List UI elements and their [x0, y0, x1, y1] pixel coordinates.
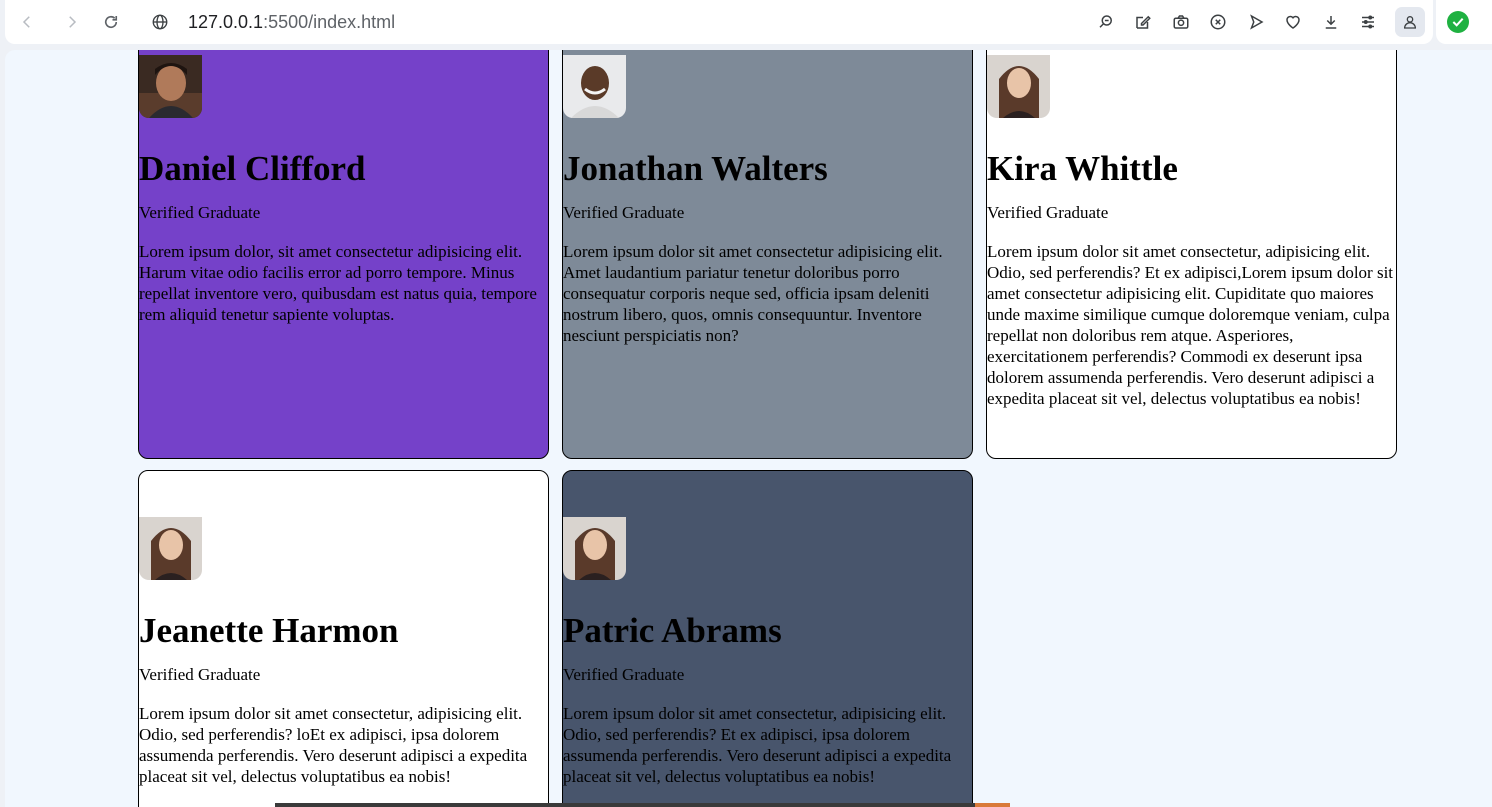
menu-icon[interactable]	[1357, 11, 1379, 33]
camera-icon[interactable]	[1170, 11, 1192, 33]
avatar	[563, 517, 626, 580]
avatar	[139, 517, 202, 580]
back-arrow-icon[interactable]	[13, 8, 41, 36]
card-text: Lorem ipsum dolor, sit amet consectetur …	[139, 242, 537, 324]
card-role: Verified Graduate	[987, 203, 1109, 222]
browser-chrome: 127.0.0.1:5500/index.html	[0, 0, 1492, 48]
heart-icon[interactable]	[1282, 11, 1304, 33]
avatar	[987, 55, 1050, 118]
card-role: Verified Graduate	[563, 665, 685, 684]
download-icon[interactable]	[1320, 11, 1342, 33]
globe-icon[interactable]	[151, 13, 169, 31]
testimonial-card: Jeanette Harmon Verified Graduate Lorem …	[138, 470, 549, 807]
card-text: Lorem ipsum dolor sit amet consectetur, …	[139, 704, 528, 786]
forward-arrow-icon[interactable]	[58, 8, 86, 36]
address-bar[interactable]: 127.0.0.1:5500/index.html	[188, 10, 395, 34]
card-role: Verified Graduate	[139, 665, 261, 684]
card-text: Lorem ipsum dolor sit amet consectetur, …	[987, 242, 1394, 408]
browser-toolbar: 127.0.0.1:5500/index.html	[5, 0, 1433, 44]
card-name: Jonathan Walters	[563, 149, 828, 188]
card-role: Verified Graduate	[139, 203, 261, 222]
card-role: Verified Graduate	[563, 203, 685, 222]
testimonial-card: Daniel Clifford Verified Graduate Lorem …	[138, 50, 549, 459]
card-name: Patric Abrams	[563, 611, 782, 650]
avatar	[139, 55, 202, 118]
card-text: Lorem ipsum dolor sit amet consectetur, …	[563, 704, 952, 786]
check-circle-icon[interactable]	[1447, 11, 1469, 33]
url-host: 127.0.0.1	[188, 12, 264, 32]
extension-panel	[1436, 0, 1492, 44]
zoom-icon[interactable]	[1095, 11, 1117, 33]
avatar	[563, 55, 626, 118]
card-name: Kira Whittle	[987, 149, 1178, 188]
horizontal-scrollbar[interactable]	[275, 803, 1010, 807]
page-viewport: Daniel Clifford Verified Graduate Lorem …	[5, 50, 1492, 807]
testimonial-card: Patric Abrams Verified Graduate Lorem ip…	[562, 470, 973, 807]
card-name: Daniel Clifford	[139, 149, 366, 188]
url-path: :5500/index.html	[263, 12, 396, 32]
testimonial-card: Kira Whittle Verified Graduate Lorem ips…	[986, 50, 1397, 459]
edit-icon[interactable]	[1132, 11, 1154, 33]
card-name: Jeanette Harmon	[139, 611, 399, 650]
block-icon[interactable]	[1207, 11, 1229, 33]
reload-icon[interactable]	[97, 8, 125, 36]
send-icon[interactable]	[1245, 11, 1267, 33]
profile-icon[interactable]	[1395, 7, 1425, 37]
card-text: Lorem ipsum dolor sit amet consectetur a…	[563, 242, 943, 345]
testimonial-card: Jonathan Walters Verified Graduate Lorem…	[562, 50, 973, 459]
scrollbar-marker	[975, 803, 1010, 807]
